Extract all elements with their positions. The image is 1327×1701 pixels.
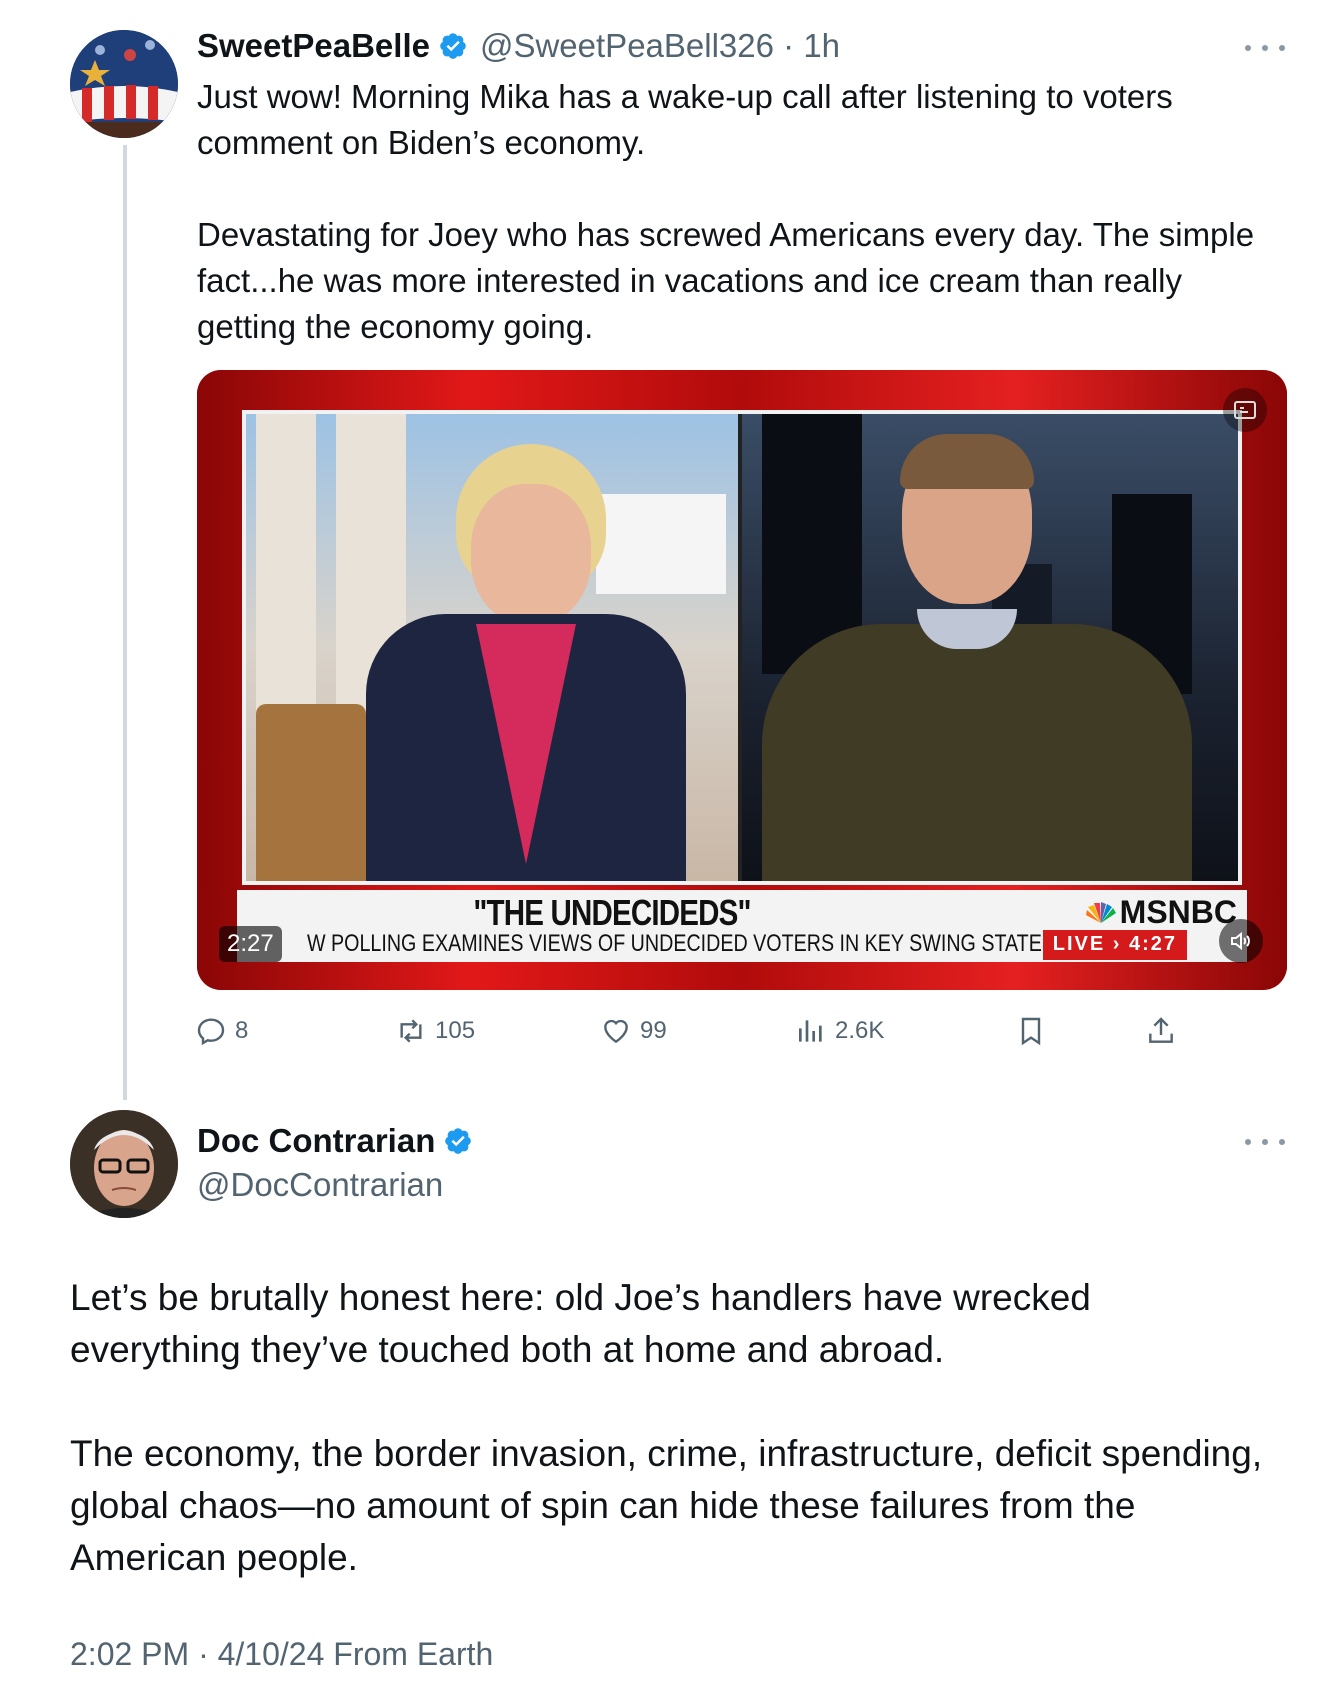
- tweet-text: Let’s be brutally honest here: old Joe’s…: [70, 1272, 1270, 1584]
- avatar-image: [70, 1110, 178, 1218]
- thread-connector-line: [123, 145, 127, 1100]
- reply-icon: [197, 1018, 225, 1046]
- video-player[interactable]: "THE UNDECIDEDS" W POLLING EXAMINES VIEW…: [197, 370, 1287, 990]
- captions-icon[interactable]: [1223, 388, 1267, 432]
- tweet2-header: Doc Contrarian: [197, 1120, 473, 1162]
- video-right-panel: [742, 414, 1238, 881]
- live-indicator: LIVE › 4:27: [1042, 930, 1187, 960]
- video-frame: [242, 410, 1242, 885]
- video-left-panel: [246, 414, 738, 881]
- tweet-header: SweetPeaBelle @SweetPeaBell326 · 1h: [197, 26, 840, 66]
- repost-count: 105: [435, 1017, 476, 1044]
- author-handle[interactable]: @SweetPeaBell326 · 1h: [480, 27, 840, 65]
- heart-icon: [604, 1019, 628, 1044]
- author-name[interactable]: Doc Contrarian: [197, 1122, 435, 1160]
- video-duration: 2:27: [219, 926, 282, 962]
- speaker-icon: [1231, 931, 1250, 951]
- avatar-doccontrarian[interactable]: [70, 1110, 178, 1218]
- avatar-image: [70, 30, 178, 138]
- tweet-text: Just wow! Morning Mika has a wake-up cal…: [197, 74, 1277, 350]
- share-icon: [1149, 1017, 1173, 1043]
- tweet-paragraph: Devastating for Joey who has screwed Ame…: [197, 216, 1255, 345]
- network-name: MSNBC: [1119, 894, 1237, 930]
- tweet-paragraph: Let’s be brutally honest here: old Joe’s…: [70, 1277, 1091, 1370]
- volume-icon[interactable]: [1219, 919, 1263, 963]
- network-logo: MSNBC: [1084, 894, 1237, 931]
- like-count: 99: [640, 1017, 667, 1044]
- more-options-icon[interactable]: [1245, 1132, 1285, 1152]
- reply-button[interactable]: 8: [195, 1008, 248, 1054]
- reply-count: 8: [235, 1017, 249, 1044]
- lower-third-subtitle: W POLLING EXAMINES VIEWS OF UNDECIDED VO…: [307, 930, 1055, 957]
- author-handle-text: @SweetPeaBell326: [479, 27, 774, 64]
- author-handle[interactable]: @DocContrarian: [197, 1166, 443, 1204]
- view-count: 2.6K: [835, 1017, 885, 1044]
- repost-icon: [400, 1019, 422, 1043]
- repost-button[interactable]: 105: [395, 1008, 475, 1054]
- share-button[interactable]: [1145, 1008, 1185, 1054]
- verified-badge-icon: [445, 1128, 472, 1154]
- bookmark-button[interactable]: [1015, 1008, 1055, 1054]
- author-name[interactable]: SweetPeaBelle: [197, 27, 430, 65]
- tweet-paragraph: The economy, the border invasion, crime,…: [70, 1433, 1263, 1578]
- tweet-paragraph: Just wow! Morning Mika has a wake-up cal…: [197, 78, 1173, 161]
- analytics-icon: [799, 1020, 822, 1042]
- like-button[interactable]: 99: [600, 1008, 667, 1054]
- lower-third-banner: "THE UNDECIDEDS" W POLLING EXAMINES VIEW…: [237, 890, 1247, 962]
- views-button[interactable]: 2.6K: [795, 1008, 884, 1054]
- tweet-time[interactable]: · 1h: [783, 27, 840, 64]
- avatar-sweetpeabelle[interactable]: [70, 30, 178, 138]
- more-options-icon[interactable]: [1245, 38, 1285, 58]
- lower-third-title: "THE UNDECIDEDS": [473, 892, 751, 933]
- bookmark-icon: [1021, 1017, 1041, 1046]
- peacock-icon: [1085, 902, 1116, 923]
- captions-glyph: [1234, 401, 1256, 419]
- verified-badge-icon: [440, 33, 466, 59]
- tweet-action-bar: 8 105 99 2.6K: [195, 1008, 1205, 1058]
- tweet-timestamp[interactable]: 2:02 PM · 4/10/24 From Earth: [70, 1636, 493, 1673]
